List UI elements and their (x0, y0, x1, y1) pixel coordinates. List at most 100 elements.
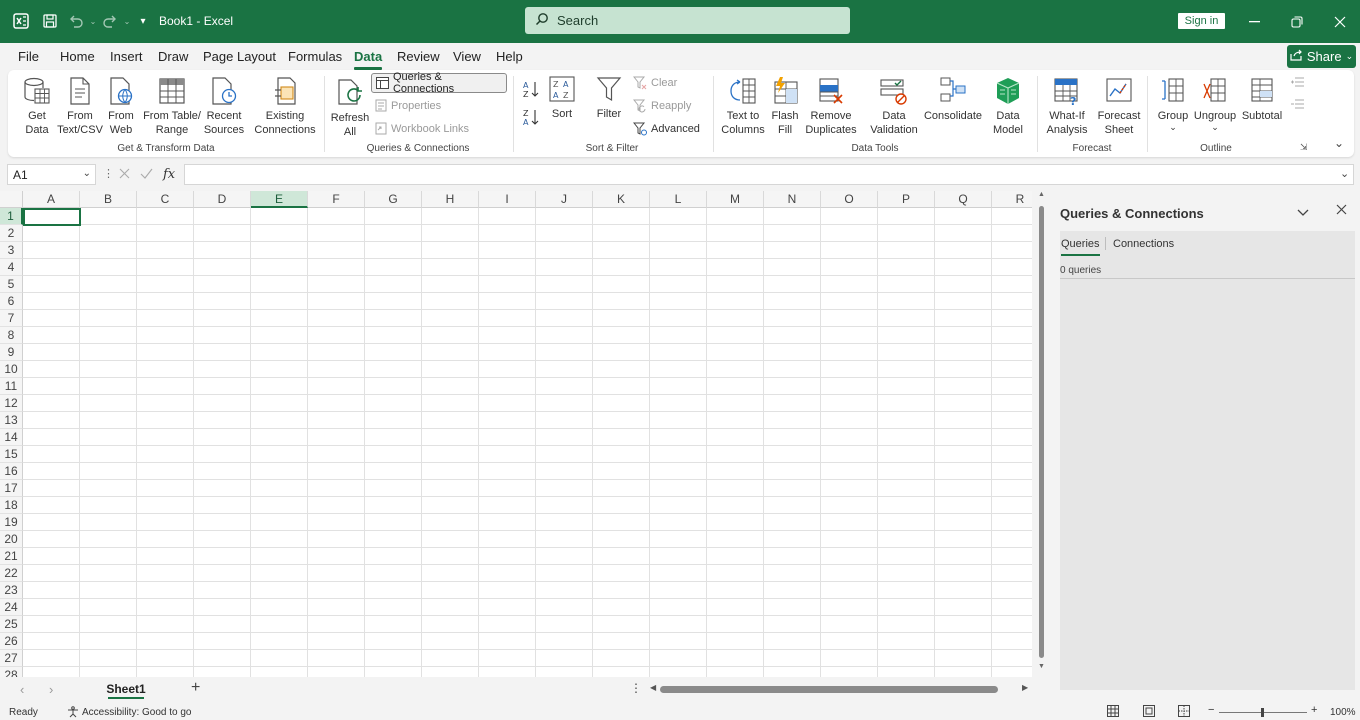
existing-connections-button[interactable]: Existing Connections (252, 76, 318, 137)
row-header[interactable]: 13 (0, 412, 23, 429)
share-button[interactable]: Share ⌄ (1287, 45, 1356, 68)
row-header[interactable]: 21 (0, 548, 23, 565)
row-header[interactable]: 16 (0, 463, 23, 480)
column-header[interactable]: F (308, 191, 365, 208)
name-box-dropdown-icon[interactable]: ⌄ (83, 168, 91, 179)
column-header[interactable]: J (536, 191, 593, 208)
refresh-all-button[interactable]: Refresh All (329, 78, 371, 139)
row-header[interactable]: 15 (0, 446, 23, 463)
scroll-left-icon[interactable]: ◀ (650, 683, 656, 692)
row-header[interactable]: 27 (0, 650, 23, 667)
row-header[interactable]: 4 (0, 259, 23, 276)
show-detail-button[interactable] (1291, 76, 1305, 88)
sort-z-a-button[interactable]: ZA (523, 108, 539, 126)
search-box[interactable]: Search (525, 7, 850, 34)
tab-page-layout[interactable]: Page Layout (203, 49, 276, 64)
active-cell-a1[interactable] (23, 208, 81, 226)
collapse-ribbon-icon[interactable]: ⌄ (1334, 136, 1344, 150)
column-header[interactable]: O (821, 191, 878, 208)
recent-sources-button[interactable]: Recent Sources (203, 76, 245, 137)
sheet-options-icon[interactable]: ⋮ (630, 681, 642, 695)
tab-formulas[interactable]: Formulas (288, 49, 342, 64)
row-header[interactable]: 28 (0, 667, 23, 677)
add-sheet-button[interactable]: + (191, 679, 200, 697)
page-break-view-icon[interactable] (1178, 705, 1190, 720)
prev-sheet-icon[interactable]: ‹ (20, 682, 24, 697)
insert-function-icon[interactable]: fx (163, 167, 175, 182)
next-sheet-icon[interactable]: › (49, 682, 53, 697)
scroll-up-icon[interactable]: ▲ (1038, 191, 1045, 198)
pane-tab-connections[interactable]: Connections (1113, 238, 1174, 250)
column-header[interactable]: D (194, 191, 251, 208)
formula-input[interactable] (184, 164, 1354, 185)
pane-options-icon[interactable] (1297, 205, 1309, 220)
row-header[interactable]: 2 (0, 225, 23, 242)
row-header[interactable]: 3 (0, 242, 23, 259)
get-data-button[interactable]: Get Data (16, 76, 58, 137)
tab-home[interactable]: Home (60, 49, 95, 64)
clear-filter-button[interactable]: Clear (633, 76, 677, 90)
cancel-entry-icon[interactable] (119, 168, 130, 182)
row-header[interactable]: 19 (0, 514, 23, 531)
row-header[interactable]: 20 (0, 531, 23, 548)
tab-insert[interactable]: Insert (110, 49, 143, 64)
accessibility-status[interactable]: Accessibility: Good to go (82, 707, 192, 718)
row-header[interactable]: 7 (0, 310, 23, 327)
from-table-range-button[interactable]: From Table/ Range (141, 76, 203, 137)
row-header[interactable]: 24 (0, 599, 23, 616)
column-header[interactable]: N (764, 191, 821, 208)
row-header[interactable]: 8 (0, 327, 23, 344)
row-header[interactable]: 12 (0, 395, 23, 412)
row-header[interactable]: 14 (0, 429, 23, 446)
from-web-button[interactable]: From Web (104, 76, 138, 137)
column-header[interactable]: H (422, 191, 479, 208)
zoom-out-icon[interactable]: − (1208, 704, 1214, 716)
sort-button[interactable]: ZAAZ Sort (547, 76, 577, 121)
tab-file[interactable]: File (18, 49, 39, 64)
properties-button[interactable]: Properties (375, 99, 441, 112)
column-header[interactable]: M (707, 191, 764, 208)
tab-help[interactable]: Help (496, 49, 523, 64)
worksheet-grid[interactable]: ABCDEFGHIJKLMNOPQR 1 2 3 4 5 6 7 8 9 10 11 12 13 14 15… (0, 191, 1032, 677)
remove-duplicates-button[interactable]: Remove Duplicates (805, 76, 857, 137)
customize-toolbar-icon[interactable]: ▾ (133, 11, 153, 31)
row-header[interactable]: 18 (0, 497, 23, 514)
row-header[interactable]: 1 (0, 208, 23, 225)
accessibility-icon[interactable] (67, 706, 80, 720)
outline-dialog-launcher-icon[interactable]: ⇲ (1300, 142, 1308, 153)
column-header[interactable]: Q (935, 191, 992, 208)
tab-view[interactable]: View (453, 49, 481, 64)
tab-review[interactable]: Review (397, 49, 440, 64)
close-pane-icon[interactable] (1336, 204, 1347, 218)
tab-data[interactable]: Data (354, 49, 383, 70)
reapply-button[interactable]: Reapply (633, 99, 691, 113)
workbook-links-button[interactable]: Workbook Links (375, 122, 469, 135)
data-validation-button[interactable]: Data Validation (870, 76, 918, 137)
advanced-filter-button[interactable]: Advanced (633, 122, 700, 136)
name-box[interactable]: A1 ⌄ (7, 164, 96, 185)
save-icon[interactable] (40, 11, 60, 31)
tab-draw[interactable]: Draw (158, 49, 188, 64)
row-header[interactable]: 6 (0, 293, 23, 310)
ungroup-button[interactable]: Ungroup ⌄ (1193, 76, 1237, 132)
row-header[interactable]: 23 (0, 582, 23, 599)
scroll-down-icon[interactable]: ▼ (1038, 663, 1045, 670)
flash-fill-button[interactable]: Flash Fill (771, 76, 799, 137)
row-header[interactable]: 5 (0, 276, 23, 293)
sheet-tab-sheet1[interactable]: Sheet1 (104, 679, 148, 699)
sort-a-z-button[interactable]: AZ (523, 80, 539, 98)
sign-in-button[interactable]: Sign in (1178, 13, 1225, 29)
group-button[interactable]: Group ⌄ (1155, 76, 1191, 132)
vertical-scroll-thumb[interactable] (1039, 206, 1044, 658)
zoom-slider-thumb[interactable] (1261, 708, 1264, 717)
column-header[interactable]: A (23, 191, 80, 208)
row-header[interactable]: 11 (0, 378, 23, 395)
expand-formula-bar-icon[interactable]: ⌄ (1340, 167, 1349, 180)
close-window-icon[interactable] (1330, 12, 1350, 32)
vertical-scrollbar[interactable]: ▲ ▼ (1035, 191, 1047, 676)
pane-tab-queries[interactable]: Queries (1061, 238, 1100, 256)
consolidate-button[interactable]: Consolidate (922, 76, 984, 123)
column-header[interactable]: P (878, 191, 935, 208)
hide-detail-button[interactable] (1291, 98, 1305, 110)
column-header[interactable]: L (650, 191, 707, 208)
